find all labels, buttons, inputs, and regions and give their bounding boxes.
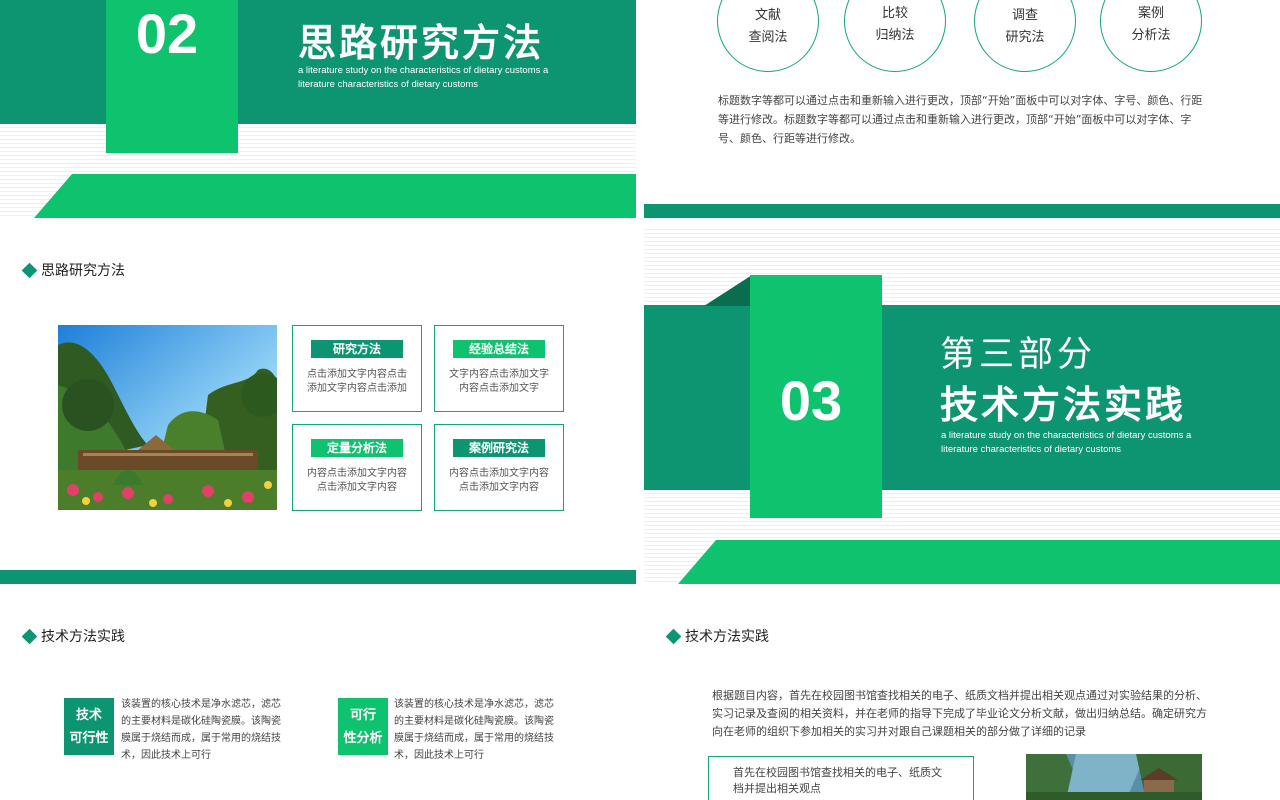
horizontal-divider — [0, 218, 1280, 226]
slide-1[interactable]: 02 思路研究方法 a literature study on the char… — [0, 0, 636, 218]
footer-bar — [644, 204, 1280, 218]
card-tag: 经验总结法 — [453, 340, 545, 358]
fold-corner — [704, 275, 752, 306]
slide-5[interactable]: 技术方法实践 技术 可行性 该装置的核心技术是净水滤芯，滤芯的主要材料是碳化硅陶… — [0, 592, 636, 800]
method-card[interactable]: 定量分析法 内容点击添加文字内容点击添加文字内容 — [292, 424, 422, 511]
circle-line: 比较 — [881, 6, 908, 21]
slide-2[interactable]: 文献 查阅法 比较 归纳法 调查 研究法 案例 分析法 标题数字等都可以通过点击… — [644, 0, 1280, 218]
footer-bar — [0, 570, 636, 584]
bottom-green-bar — [678, 540, 1280, 584]
bottom-green-bar — [34, 174, 636, 218]
method-card[interactable]: 研究方法 点击添加文字内容点击添加文字内容点击添加 — [292, 325, 422, 412]
block-text: 该装置的核心技术是净水滤芯，滤芯的主要材料是碳化硅陶瓷膜。该陶瓷膜属于烧结而成，… — [394, 699, 554, 761]
section-title: 技术方法实践 — [940, 383, 1187, 427]
analysis-tag: 可行 性分析 — [338, 698, 388, 755]
tag-line: 可行 — [349, 708, 376, 723]
method-circle: 比较 归纳法 — [844, 0, 946, 72]
heading-text: 技术方法实践 — [685, 629, 769, 645]
slide-heading: 技术方法实践 — [665, 626, 769, 646]
body-paragraph: 标题数字等都可以通过点击和重新输入进行更改，顶部“开始”面板中可以对字体、字号、… — [718, 94, 1203, 145]
circle-line: 文献 — [754, 8, 781, 23]
slide-heading: 思路研究方法 — [21, 260, 125, 280]
section-number: 02 — [135, 2, 199, 65]
circle-line: 归纳法 — [875, 28, 915, 43]
method-circle: 文献 查阅法 — [717, 0, 819, 72]
method-card[interactable]: 经验总结法 文字内容点击添加文字内容点击添加文字 — [434, 325, 564, 412]
garden-photo — [58, 325, 277, 510]
tag-line: 可行性 — [69, 731, 109, 746]
vertical-divider — [636, 0, 644, 800]
section-title: 思路研究方法 — [298, 21, 545, 65]
body-paragraph: 根据题目内容，首先在校园图书馆查找相关的电子、纸质文档并提出相关观点通过对实验结… — [712, 689, 1207, 738]
method-circle: 调查 研究法 — [974, 0, 1076, 72]
heading-text: 思路研究方法 — [41, 263, 125, 279]
card-text: 内容点击添加文字内容点击添加文字内容 — [307, 468, 407, 493]
heading-text: 技术方法实践 — [41, 629, 125, 645]
card-text: 点击添加文字内容点击添加文字内容点击添加 — [307, 369, 407, 394]
card-text: 内容点击添加文字内容点击添加文字内容 — [449, 468, 549, 493]
method-circle: 案例 分析法 — [1100, 0, 1202, 72]
slide-3[interactable]: 思路研究方法 研究方法 点击添加文字内容点击添加文字内容点击添加 经验总结法 文… — [0, 226, 636, 584]
diamond-icon — [665, 628, 682, 644]
part-label: 第三部分 — [940, 335, 1097, 375]
tag-line: 性分析 — [343, 731, 383, 746]
circle-line: 案例 — [1137, 6, 1164, 21]
circle-line: 研究法 — [1005, 30, 1045, 45]
diamond-icon — [21, 262, 38, 278]
method-card[interactable]: 案例研究法 内容点击添加文字内容点击添加文字内容 — [434, 424, 564, 511]
section-subtitle: a literature study on the characteristic… — [941, 430, 1192, 455]
mountain-village-photo — [1026, 754, 1202, 800]
slide-6[interactable]: 技术方法实践 根据题目内容，首先在校园图书馆查找相关的电子、纸质文档并提出相关观… — [644, 592, 1280, 800]
section-number: 03 — [779, 369, 843, 432]
circle-line: 调查 — [1011, 8, 1038, 23]
section-subtitle: a literature study on the characteristic… — [298, 65, 549, 90]
circle-line: 分析法 — [1131, 28, 1171, 43]
card-text: 文字内容点击添加文字内容点击添加文字 — [449, 369, 549, 394]
quote-box: 首先在校园图书馆查找相关的电子、纸质文档并提出相关观点 — [708, 756, 974, 800]
horizontal-divider — [0, 584, 1280, 592]
feasibility-tag: 技术 可行性 — [64, 698, 114, 755]
card-tag: 案例研究法 — [453, 439, 545, 457]
quote-text: 首先在校园图书馆查找相关的电子、纸质文档并提出相关观点 — [733, 766, 942, 795]
circle-line: 查阅法 — [748, 30, 788, 45]
diamond-icon — [21, 628, 38, 644]
slide-heading: 技术方法实践 — [21, 626, 125, 646]
block-text: 该装置的核心技术是净水滤芯，滤芯的主要材料是碳化硅陶瓷膜。该陶瓷膜属于烧结而成，… — [121, 699, 281, 761]
card-tag: 研究方法 — [311, 340, 403, 358]
slide-4[interactable]: 03 第三部分 技术方法实践 a literature study on the… — [644, 226, 1280, 584]
tag-line: 技术 — [75, 708, 102, 723]
card-tag: 定量分析法 — [311, 439, 403, 457]
